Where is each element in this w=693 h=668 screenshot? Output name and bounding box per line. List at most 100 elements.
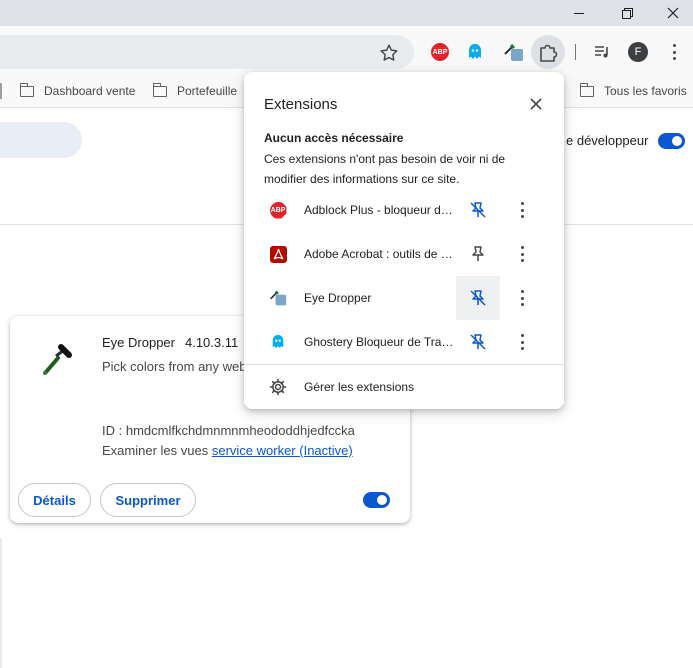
inspect-views: Examiner les vues service worker (Inacti… [102,443,353,458]
abp-badge: ABP [269,201,287,219]
service-worker-link[interactable]: service worker (Inactive) [212,443,353,458]
browser-toolbar: ABP F [0,26,693,74]
abp-badge-text: ABP [432,48,448,56]
eye-dropper-toolbar-button[interactable] [501,40,525,64]
bookmark-star-button[interactable] [378,42,400,64]
restore-icon [622,8,633,19]
ghostery-toolbar-button[interactable] [463,40,487,64]
all-favorites[interactable]: Tous les favoris [579,82,687,99]
puzzle-icon [540,44,558,62]
close-icon [667,7,679,19]
extension-row-eye-dropper[interactable]: Eye Dropper [244,276,564,320]
kebab-dot [520,347,524,350]
extensions-search-input[interactable] [0,122,82,158]
extension-row-adblock-plus[interactable]: ABP Adblock Plus - bloqueur de pub [244,188,564,232]
address-bar[interactable] [0,35,414,69]
extension-more-button[interactable] [518,289,526,307]
details-button[interactable]: Détails [18,483,91,517]
kebab-dot [520,296,524,300]
extension-enable-toggle[interactable] [363,492,390,508]
star-icon [380,44,398,61]
kebab-dot [520,303,524,306]
adblock-plus-icon: ABP [269,201,287,219]
bookmark-portefeuille[interactable]: Portefeuille [152,82,238,99]
adobe-acrobat-icon [269,245,287,263]
no-access-section-desc: Ces extensions n'ont pas besoin de voir … [264,152,506,186]
extension-description: Pick colors from any web [102,359,247,374]
manage-extensions-button[interactable]: Gérer les extensions [244,372,564,402]
extensions-menu-title: Extensions [264,96,338,113]
abp-badge-text: ABP [270,206,286,214]
folder-icon [579,82,594,97]
kebab-menu-icon [520,290,524,293]
kebab-dot [520,208,524,212]
unpin-icon [470,290,486,306]
extension-more-button[interactable] [518,333,526,351]
kebab-dot [520,340,524,344]
kebab-menu-icon [520,246,524,249]
adblock-plus-icon: ABP [431,43,449,61]
ghostery-icon [269,333,287,351]
extension-name: Adblock Plus - bloqueur de pub [304,203,454,217]
avatar[interactable]: F [628,42,648,62]
kebab-dot [520,259,524,262]
bookmark-label: Dashboard vente [44,84,136,98]
eye-dropper-icon [504,43,523,61]
extension-name: Eye Dropper [304,291,372,305]
manage-extensions-label: Gérer les extensions [304,380,415,394]
bookmark-edge [0,83,2,99]
gear-icon [269,378,287,396]
media-control-button[interactable] [590,40,614,64]
kebab-menu-icon [520,202,524,205]
title-bar [0,0,693,26]
kebab-dot [672,50,676,54]
folder-icon [19,82,34,97]
minimize-button[interactable] [556,0,602,26]
toolbar-separator [575,44,576,60]
extension-row-adobe-acrobat[interactable]: Adobe Acrobat : outils de PDF [244,232,564,276]
extension-more-button[interactable] [518,245,526,263]
unpin-button[interactable] [456,188,500,232]
acrobat-logo [269,245,287,263]
extension-row-ghostery[interactable]: Ghostery Bloqueur de Traqueurs [244,320,564,364]
eye-dropper-card-icon [38,338,78,378]
extension-id: ID : hmdcmlfkchdmnmnmheododdhjedfccka [102,423,355,438]
extension-name: Adobe Acrobat : outils de PDF [304,247,454,261]
browser-menu-button[interactable] [668,42,680,62]
unpin-icon [470,334,486,350]
bookmark-dashboard-vente[interactable]: Dashboard vente [19,82,136,99]
developer-mode-toggle[interactable] [658,133,685,149]
extension-version: 4.10.3.11 [184,335,239,350]
extension-name: Eye Dropper [102,335,175,350]
developer-mode-label: e développeur [566,133,649,148]
unpin-button[interactable] [456,276,500,320]
close-window-button[interactable] [650,0,693,26]
restore-button[interactable] [604,0,650,26]
eye-dropper-icon [43,344,72,375]
extension-more-button[interactable] [518,201,526,219]
eye-dropper-logo [270,290,287,306]
unpin-button[interactable] [456,320,500,364]
ghostery-icon [469,44,481,59]
extensions-button[interactable] [531,35,565,69]
folder-icon [152,82,167,97]
ghostery-logo [272,335,284,349]
kebab-dot [520,252,524,256]
bookmark-label: Portefeuille [177,84,238,98]
kebab-dot [520,215,524,218]
extensions-menu-close-button[interactable] [526,94,546,114]
inspect-views-label: Examiner les vues [102,443,209,458]
pin-icon [472,246,484,261]
remove-button[interactable]: Supprimer [100,483,196,517]
minimize-icon [574,12,584,14]
adblock-plus-toolbar-button[interactable]: ABP [428,40,452,64]
pin-button[interactable] [456,232,500,276]
extension-title: Eye Dropper 4.10.3.11 [102,335,238,350]
no-access-section-title: Aucun accès nécessaire [264,131,404,145]
avatar-initial: F [634,46,642,58]
page-edge [0,538,2,668]
unpin-icon [470,202,486,218]
extensions-menu-divider [244,364,564,365]
extensions-menu: Extensions Aucun accès nécessaire Ces ex… [244,72,564,409]
eye-dropper-icon [269,289,287,307]
